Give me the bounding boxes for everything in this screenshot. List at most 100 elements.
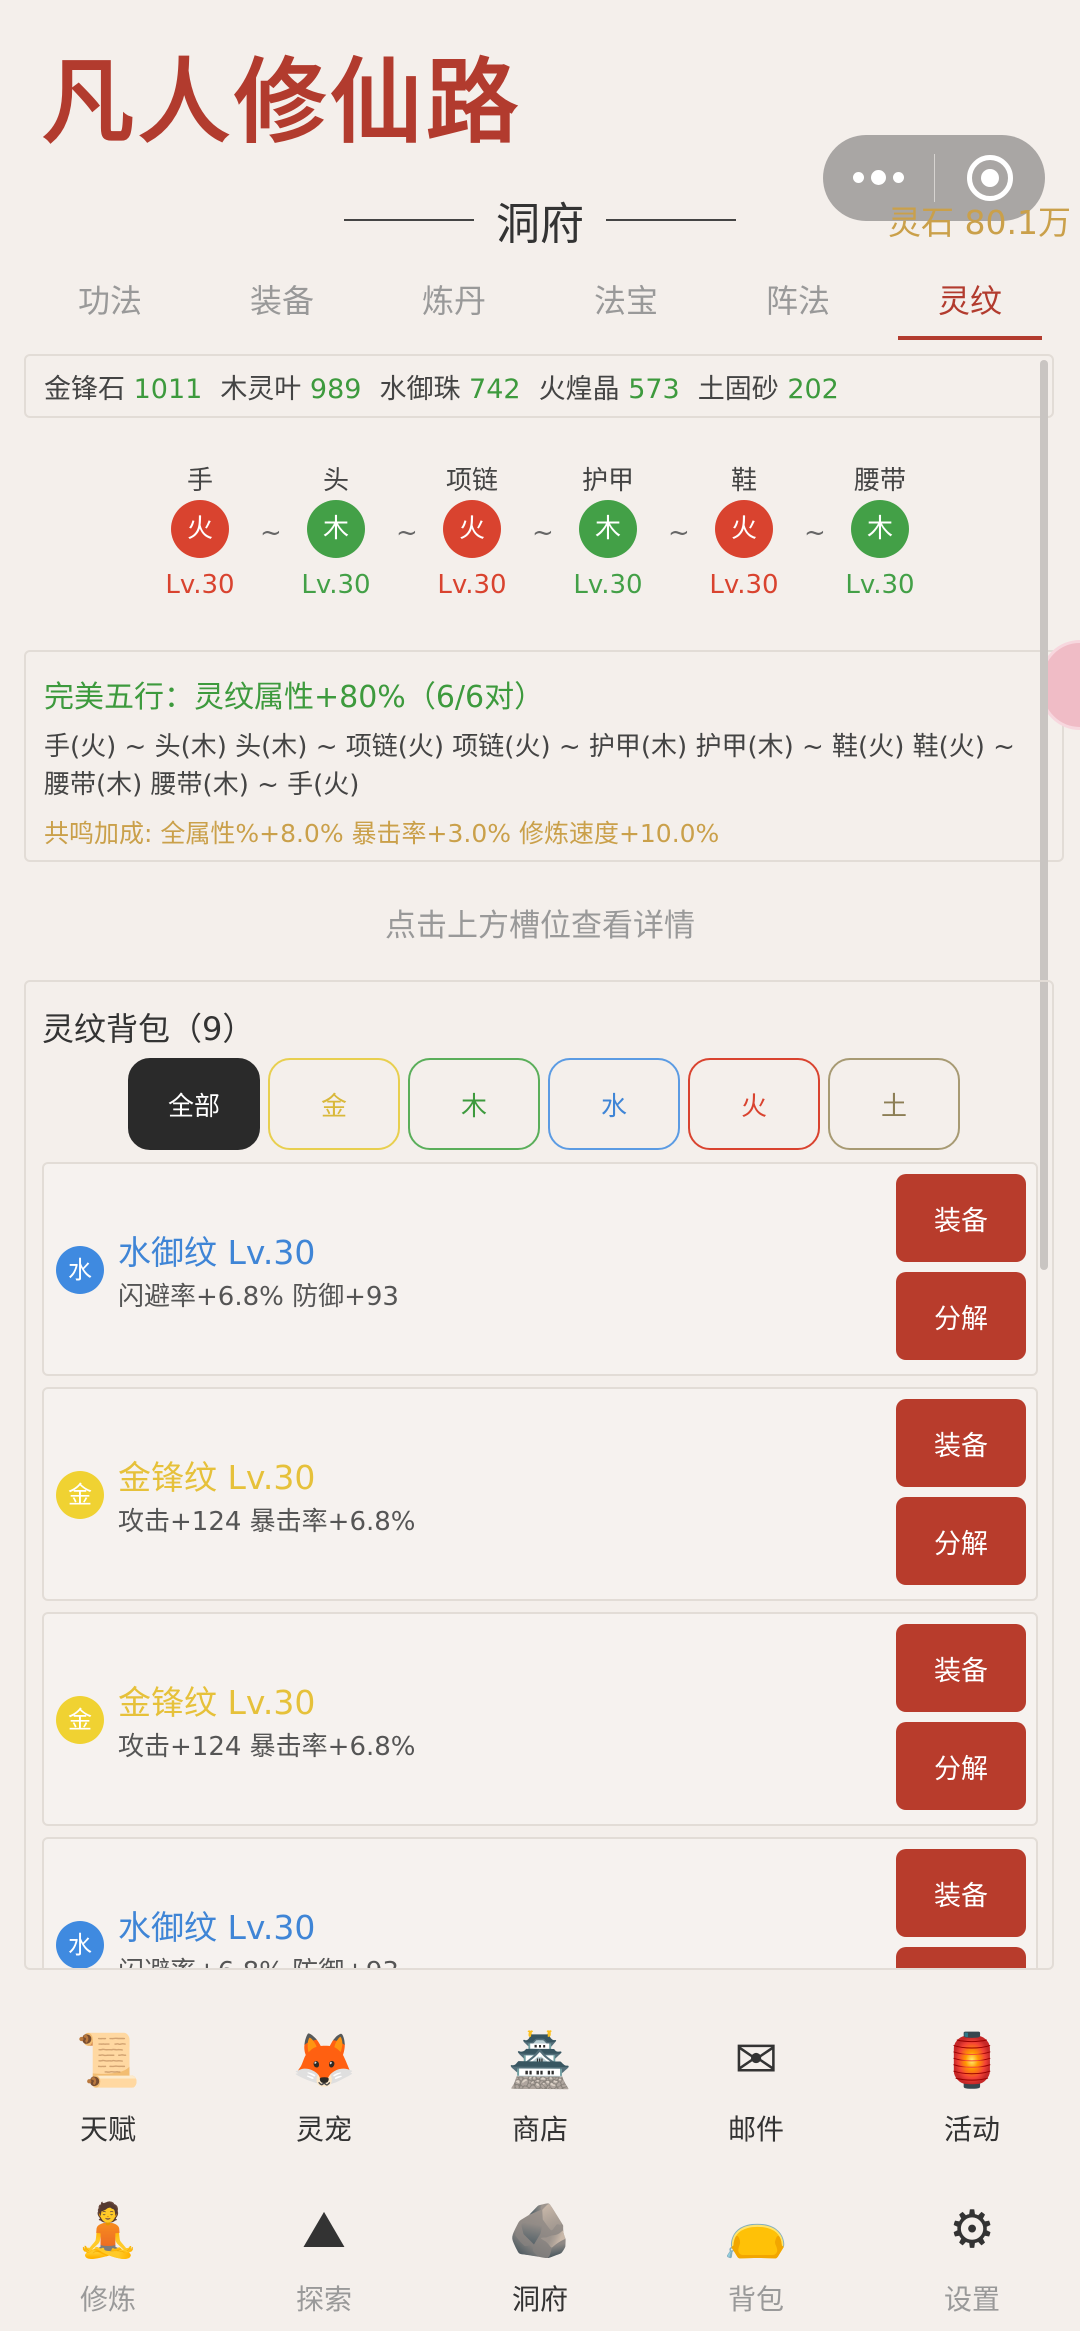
- tab-equipment[interactable]: 装备: [196, 270, 368, 342]
- list-item[interactable]: 金 金锋纹 Lv.30 攻击+124 暴击率+6.8% 装备 分解: [42, 1612, 1038, 1826]
- tab-alchemy[interactable]: 炼丹: [368, 270, 540, 342]
- nav-cave[interactable]: 🪨 洞府: [460, 2190, 620, 2318]
- filter-fire[interactable]: 火: [688, 1058, 820, 1150]
- slot-armor[interactable]: 护甲 木 Lv.30: [548, 460, 668, 600]
- equip-button[interactable]: 装备: [896, 1849, 1026, 1937]
- equip-button[interactable]: 装备: [896, 1399, 1026, 1487]
- material-count: 989: [309, 373, 362, 405]
- item-stats: 闪避率+6.8% 防御+93: [118, 1951, 399, 1968]
- bag-title: 灵纹背包（9）: [42, 1010, 255, 1048]
- slot-hand[interactable]: 手 火 Lv.30: [140, 460, 260, 600]
- tab-skills[interactable]: 功法: [24, 270, 196, 342]
- tab-formation[interactable]: 阵法: [712, 270, 884, 342]
- nav-bag[interactable]: 👝 背包: [676, 2190, 836, 2318]
- slot-element-badge: 木: [579, 500, 637, 558]
- decompose-button[interactable]: 分解: [896, 1272, 1026, 1360]
- slot-label: 鞋: [730, 466, 757, 496]
- slot-label: 护甲: [581, 466, 634, 496]
- slot-label: 手: [186, 466, 213, 496]
- envelope-icon: ✉: [734, 2030, 778, 2090]
- material-item: 水御珠 742: [379, 367, 520, 406]
- gear-icon: ⚙: [948, 2200, 996, 2260]
- slot-level: Lv.30: [845, 570, 915, 600]
- nav-label: 洞府: [511, 2283, 568, 2316]
- tab-spirit-pattern[interactable]: 灵纹: [884, 270, 1056, 342]
- material-name: 水御珠: [379, 373, 461, 405]
- material-count: 573: [628, 373, 680, 405]
- gold-element-icon: 金: [56, 1471, 104, 1519]
- nav-explore[interactable]: ⛰ 探索: [244, 2190, 404, 2318]
- material-item: 金锋石 1011: [44, 367, 202, 406]
- slot-shoes[interactable]: 鞋 火 Lv.30: [684, 460, 804, 600]
- nav-label: 背包: [727, 2283, 784, 2316]
- nav-cultivate[interactable]: 🧘 修炼: [28, 2190, 188, 2318]
- app-title: 凡人修仙路: [42, 48, 523, 156]
- resonance-bonus: 共鸣加成: 全属性%+8.0% 暴击率+3.0% 修炼速度+10.0%: [44, 819, 720, 848]
- spirit-stone-balance: 灵石 80.1万: [888, 203, 1071, 242]
- nav-mail[interactable]: ✉ 邮件: [676, 2020, 836, 2148]
- slot-element-badge: 火: [715, 500, 773, 558]
- decompose-button[interactable]: 分解: [896, 1722, 1026, 1810]
- filter-water[interactable]: 水: [548, 1058, 680, 1150]
- fox-icon: 🦊: [291, 2030, 357, 2091]
- material-name: 火煌晶: [538, 373, 620, 405]
- item-stats: 闪避率+6.8% 防御+93: [118, 1282, 399, 1312]
- slot-level: Lv.30: [437, 570, 507, 600]
- slot-belt[interactable]: 腰带 木 Lv.30: [820, 460, 940, 600]
- tab-bar: 功法 装备 炼丹 法宝 阵法 灵纹: [24, 270, 1056, 342]
- mountain-icon: ⛰: [302, 2199, 346, 2260]
- slot-label: 头: [322, 466, 349, 496]
- item-name: 水御纹 Lv.30: [118, 1908, 316, 1947]
- slot-hint: 点击上方槽位查看详情: [385, 908, 695, 944]
- list-item[interactable]: 水 水御纹 Lv.30 闪避率+6.8% 防御+93 装备 分解: [42, 1162, 1038, 1376]
- list-item[interactable]: 水 水御纹 Lv.30 闪避率+6.8% 防御+93 装备 分解: [42, 1837, 1038, 1968]
- filter-gold[interactable]: 金: [268, 1058, 400, 1150]
- material-item: 土固砂 202: [698, 367, 839, 406]
- nav-events[interactable]: 🏮 活动: [892, 2020, 1052, 2148]
- slot-level: Lv.30: [165, 570, 235, 600]
- nav-shop[interactable]: 🏯 商店: [460, 2020, 620, 2148]
- slot-label: 腰带: [853, 466, 906, 496]
- item-name: 金锋纹 Lv.30: [118, 1683, 316, 1722]
- filter-wood[interactable]: 木: [408, 1058, 540, 1150]
- nav-label: 设置: [943, 2283, 1000, 2316]
- equip-button[interactable]: 装备: [896, 1174, 1026, 1262]
- material-item: 木灵叶 989: [220, 367, 361, 406]
- list-item[interactable]: 金 金锋纹 Lv.30 攻击+124 暴击率+6.8% 装备 分解: [42, 1387, 1038, 1601]
- combo-title: 完美五行：灵纹属性+80%（6/6对）: [44, 680, 545, 715]
- combo-detail: 手(火) ~ 头(木) 头(木) ~ 项链(火) 项链(火) ~ 护甲(木) 护…: [44, 732, 1015, 800]
- nav-talent[interactable]: 📜 天赋: [28, 2020, 188, 2148]
- nav-label: 天赋: [79, 2113, 136, 2146]
- filter-all[interactable]: 全部: [128, 1058, 260, 1150]
- slot-element-badge: 木: [307, 500, 365, 558]
- five-elements-combo-panel: 完美五行：灵纹属性+80%（6/6对） 手(火) ~ 头(木) 头(木) ~ 项…: [24, 650, 1064, 862]
- slot-element-badge: 火: [171, 500, 229, 558]
- material-count: 1011: [133, 373, 203, 405]
- nav-label: 活动: [943, 2113, 1000, 2146]
- slot-necklace[interactable]: 项链 火 Lv.30: [412, 460, 532, 600]
- material-item: 火煌晶 573: [539, 367, 680, 406]
- slot-label: 项链: [445, 466, 498, 496]
- item-stats: 攻击+124 暴击率+6.8%: [118, 1507, 416, 1537]
- divider-line-right: [606, 219, 736, 221]
- nav-label: 探索: [295, 2283, 352, 2316]
- decompose-button[interactable]: 分解: [896, 1497, 1026, 1585]
- nav-label: 邮件: [727, 2113, 784, 2146]
- slot-element-badge: 火: [443, 500, 501, 558]
- material-count: 202: [787, 373, 839, 405]
- tab-artifact[interactable]: 法宝: [540, 270, 712, 342]
- filter-earth[interactable]: 土: [828, 1058, 960, 1150]
- bag-icon: 👝: [723, 2200, 789, 2261]
- material-count: 742: [469, 373, 521, 405]
- material-name: 木灵叶: [220, 373, 302, 405]
- water-element-icon: 水: [56, 1921, 104, 1968]
- nav-settings[interactable]: ⚙ 设置: [892, 2190, 1052, 2318]
- equip-button[interactable]: 装备: [896, 1624, 1026, 1712]
- decompose-button[interactable]: 分解: [896, 1947, 1026, 1968]
- slot-head[interactable]: 头 木 Lv.30: [276, 460, 396, 600]
- equipment-slots: 手 火 Lv.30 ~ 头 木 Lv.30 ~ 项链 火 Lv.30 ~ 护甲 …: [130, 460, 960, 620]
- nav-pet[interactable]: 🦊 灵宠: [244, 2020, 404, 2148]
- slot-element-badge: 木: [851, 500, 909, 558]
- spirit-pattern-bag: 灵纹背包（9） 全部 金 木 水 火 土 水 水御纹 Lv.30 闪避率+6.8…: [24, 980, 1054, 1970]
- nav-label: 修炼: [79, 2283, 136, 2316]
